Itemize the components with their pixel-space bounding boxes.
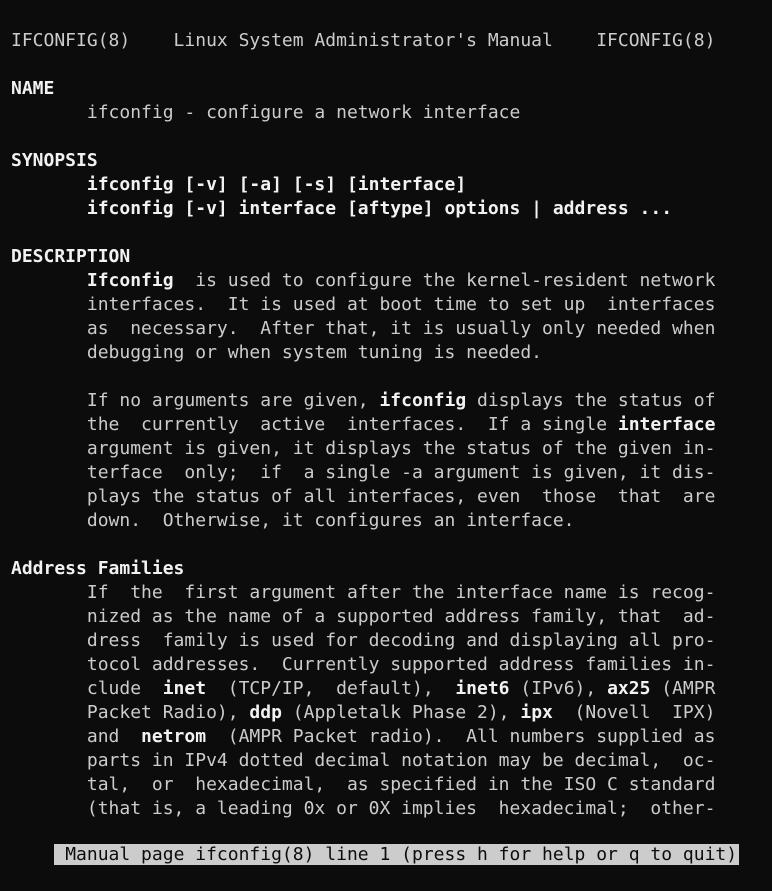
terminal-line: ifconfig - configure a network interface xyxy=(11,101,521,125)
terminal-line: as necessary. After that, it is usually … xyxy=(11,317,716,341)
bold-text: interface xyxy=(617,414,716,435)
text-run: ifconfig - configure a network interface xyxy=(11,102,521,123)
text-run: nized as the name of a supported address… xyxy=(11,606,716,627)
terminal-line: IFCONFIG(8) Linux System Administrator's… xyxy=(11,29,715,53)
terminal-line: nized as the name of a supported address… xyxy=(11,605,716,629)
terminal-line: clude inet (TCP/IP, default), inet6 (IPv… xyxy=(11,677,716,701)
bold-text: netrom xyxy=(141,726,207,747)
bold-text: ifconfig [-v] [-a] [-s] [interface] xyxy=(86,174,467,195)
terminal-line: interfaces. It is used at boot time to s… xyxy=(11,293,716,317)
terminal-window[interactable]: IFCONFIG(8) Linux System Administrator's… xyxy=(0,0,772,865)
text-run xyxy=(11,198,87,219)
text-run: terface only; if a single -a argument is… xyxy=(11,462,716,483)
terminal-line: NAME xyxy=(11,77,54,101)
bold-text: NAME xyxy=(11,78,55,99)
bold-text: inet6 xyxy=(455,678,510,699)
text-run xyxy=(11,174,87,195)
bold-text: SYNOPSIS xyxy=(11,150,98,171)
terminal-line: (that is, a leading 0x or 0X implies hex… xyxy=(11,797,716,821)
text-run: displays the status of xyxy=(466,390,716,411)
terminal-line: tal, or hexadecimal, as specified in the… xyxy=(11,773,716,797)
text-run: down. Otherwise, it configures an interf… xyxy=(11,510,575,531)
terminal-line: and netrom (AMPR Packet radio). All numb… xyxy=(11,725,716,749)
terminal-line: dress family is used for decoding and di… xyxy=(11,629,716,653)
text-run: argument is given, it displays the statu… xyxy=(11,438,716,459)
terminal-line: If the first argument after the interfac… xyxy=(11,581,716,605)
bold-text: Address Families xyxy=(11,558,185,579)
text-run: clude xyxy=(11,678,163,699)
text-run: IFCONFIG(8) Linux System Administrator's… xyxy=(11,30,716,51)
bold-text: Ifconfig xyxy=(86,270,174,291)
pager-status-text: Manual page ifconfig(8) line 1 (press h … xyxy=(54,844,740,865)
terminal-line: Ifconfig is used to configure the kernel… xyxy=(11,269,716,293)
terminal-line: tocol addresses. Currently supported add… xyxy=(11,653,716,677)
bold-text: ipx xyxy=(520,702,553,723)
text-run: is used to configure the kernel-resident… xyxy=(173,270,716,291)
bold-text: inet xyxy=(162,678,207,699)
terminal-line: DESCRIPTION xyxy=(11,245,130,269)
bold-text: ax25 xyxy=(607,678,651,699)
terminal-line: debugging or when system tuning is neede… xyxy=(11,341,542,365)
text-run: tocol addresses. Currently supported add… xyxy=(11,654,716,675)
terminal-line: If no arguments are given, ifconfig disp… xyxy=(11,389,716,413)
terminal-line: the currently active interfaces. If a si… xyxy=(11,413,716,437)
terminal-line: ifconfig [-v] [-a] [-s] [interface] xyxy=(11,173,466,197)
text-run: and xyxy=(11,726,142,747)
text-run: If no arguments are given, xyxy=(11,390,380,411)
text-run xyxy=(11,270,87,291)
text-run: as necessary. After that, it is usually … xyxy=(11,318,716,339)
bold-text: DESCRIPTION xyxy=(11,246,131,267)
text-run: dress family is used for decoding and di… xyxy=(11,630,716,651)
text-run: tal, or hexadecimal, as specified in the… xyxy=(11,774,716,795)
text-run: plays the status of all interfaces, even… xyxy=(11,486,716,507)
terminal-line: Packet Radio), ddp (Appletalk Phase 2), … xyxy=(11,701,716,725)
text-run: (AMPR xyxy=(650,678,716,699)
text-run: (Appletalk Phase 2), xyxy=(281,702,521,723)
text-run: the currently active interfaces. If a si… xyxy=(11,414,618,435)
text-run: debugging or when system tuning is neede… xyxy=(11,342,543,363)
text-run: (AMPR Packet radio). All numbers supplie… xyxy=(206,726,716,747)
text-run: Packet Radio), xyxy=(11,702,250,723)
text-run: interfaces. It is used at boot time to s… xyxy=(11,294,716,315)
bold-text: ifconfig xyxy=(379,390,467,411)
terminal-line: ifconfig [-v] interface [aftype] options… xyxy=(11,197,672,221)
text-run: (that is, a leading 0x or 0X implies hex… xyxy=(11,798,716,819)
text-run: If the first argument after the interfac… xyxy=(11,582,716,603)
terminal-line: terface only; if a single -a argument is… xyxy=(11,461,716,485)
terminal-line: down. Otherwise, it configures an interf… xyxy=(11,509,575,533)
terminal-line: SYNOPSIS xyxy=(11,149,98,173)
bold-text: ifconfig [-v] interface [aftype] options… xyxy=(86,198,673,219)
terminal-line: parts in IPv4 dotted decimal notation ma… xyxy=(11,749,716,773)
terminal-line: Address Families xyxy=(11,557,184,581)
terminal-line: argument is given, it displays the statu… xyxy=(11,437,716,461)
terminal-line: plays the status of all interfaces, even… xyxy=(11,485,716,509)
text-run: (IPv6), xyxy=(509,678,608,699)
text-run: (TCP/IP, default), xyxy=(206,678,456,699)
text-run: (Novell IPX) xyxy=(552,702,716,723)
pager-status-line: Manual page ifconfig(8) line 1 (press h … xyxy=(11,819,740,865)
text-run: parts in IPv4 dotted decimal notation ma… xyxy=(11,750,716,771)
bold-text: ddp xyxy=(249,702,282,723)
